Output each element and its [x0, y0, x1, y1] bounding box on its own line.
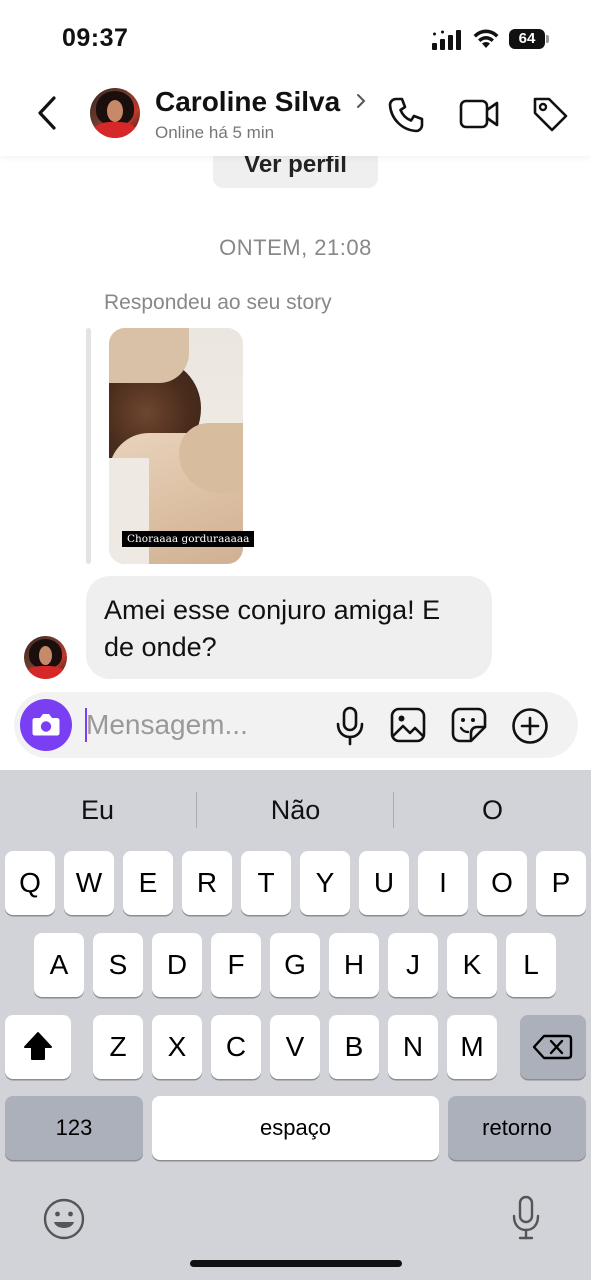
key-o[interactable]: O: [477, 851, 527, 915]
avatar[interactable]: [90, 88, 140, 138]
phone-icon[interactable]: [387, 96, 425, 134]
key-x[interactable]: X: [152, 1015, 202, 1079]
key-b[interactable]: B: [329, 1015, 379, 1079]
keyboard: Eu Não O Q W E R T Y U I O P A S D F G H…: [0, 770, 591, 1280]
key-q[interactable]: Q: [5, 851, 55, 915]
key-w[interactable]: W: [64, 851, 114, 915]
message-avatar[interactable]: [24, 636, 67, 679]
tag-icon[interactable]: [531, 95, 569, 133]
suggestion-1[interactable]: Eu: [0, 788, 195, 832]
backspace-icon: [532, 1034, 573, 1060]
shift-key[interactable]: [5, 1015, 71, 1079]
chevron-left-icon[interactable]: [34, 95, 62, 131]
suggestion-divider: [196, 792, 197, 828]
emoji-icon[interactable]: [42, 1197, 86, 1241]
image-icon[interactable]: [390, 707, 426, 743]
story-thumbnail[interactable]: [109, 328, 243, 564]
message-input[interactable]: [86, 702, 316, 748]
camera-icon: [32, 714, 60, 736]
camera-button[interactable]: [20, 699, 72, 751]
key-c[interactable]: C: [211, 1015, 261, 1079]
battery-indicator: 64: [509, 29, 545, 49]
cellular-signal-icon: [432, 30, 461, 50]
dictation-mic-icon[interactable]: [510, 1195, 542, 1241]
key-d[interactable]: D: [152, 933, 202, 997]
microphone-icon[interactable]: [335, 706, 365, 746]
message-composer: [14, 692, 578, 758]
chevron-right-icon[interactable]: [355, 92, 367, 110]
wifi-icon: [473, 29, 499, 48]
suggestion-2[interactable]: Não: [198, 788, 393, 832]
key-f[interactable]: F: [211, 933, 261, 997]
battery-nub: [546, 35, 549, 43]
key-t[interactable]: T: [241, 851, 291, 915]
space-key[interactable]: espaço: [152, 1096, 439, 1160]
key-v[interactable]: V: [270, 1015, 320, 1079]
delete-key[interactable]: [520, 1015, 586, 1079]
status-time: 09:37: [62, 24, 129, 52]
key-i[interactable]: I: [418, 851, 468, 915]
key-g[interactable]: G: [270, 933, 320, 997]
story-reply-label: Respondeu ao seu story: [104, 291, 332, 314]
status-bar: 09:37 64: [0, 0, 591, 80]
key-z[interactable]: Z: [93, 1015, 143, 1079]
key-s[interactable]: S: [93, 933, 143, 997]
plus-circle-icon[interactable]: [511, 707, 549, 745]
key-n[interactable]: N: [388, 1015, 438, 1079]
numbers-key[interactable]: 123: [5, 1096, 143, 1160]
key-y[interactable]: Y: [300, 851, 350, 915]
key-m[interactable]: M: [447, 1015, 497, 1079]
key-k[interactable]: K: [447, 933, 497, 997]
return-key[interactable]: retorno: [448, 1096, 586, 1160]
reply-quote-bar: [86, 328, 91, 564]
suggestion-3[interactable]: O: [395, 788, 590, 832]
chat-header: Caroline Silva Online há 5 min: [0, 80, 591, 156]
story-caption: Choraaaa gorduraaaaa: [122, 531, 255, 547]
message-bubble[interactable]: Amei esse conjuro amiga! E de onde?: [86, 576, 492, 679]
home-indicator: [190, 1260, 402, 1267]
video-camera-icon[interactable]: [459, 98, 499, 130]
contact-status: Online há 5 min: [155, 123, 275, 142]
key-u[interactable]: U: [359, 851, 409, 915]
key-r[interactable]: R: [182, 851, 232, 915]
key-l[interactable]: L: [506, 933, 556, 997]
key-j[interactable]: J: [388, 933, 438, 997]
sticker-icon[interactable]: [451, 707, 487, 743]
suggestion-divider: [393, 792, 394, 828]
key-a[interactable]: A: [34, 933, 84, 997]
key-e[interactable]: E: [123, 851, 173, 915]
contact-name[interactable]: Caroline Silva: [155, 86, 340, 118]
shift-icon: [24, 1032, 52, 1060]
suggestion-bar: Eu Não O: [0, 788, 591, 832]
key-h[interactable]: H: [329, 933, 379, 997]
date-separator: ONTEM, 21:08: [219, 235, 372, 260]
key-p[interactable]: P: [536, 851, 586, 915]
